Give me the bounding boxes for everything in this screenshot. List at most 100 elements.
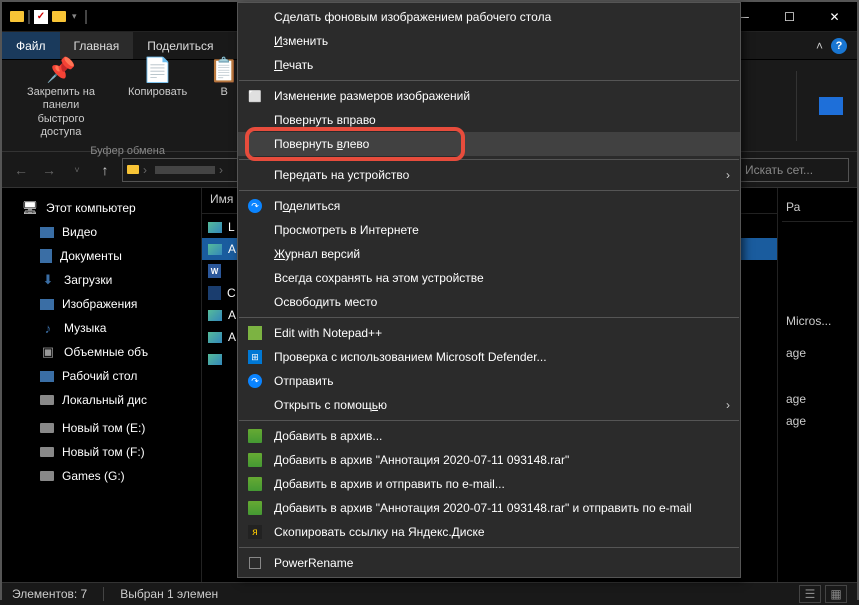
thumbnails-view-button[interactable]: ▦ [825,585,847,603]
context-menu-item[interactable]: Журнал версий [238,242,740,266]
sidebar-item-pictures[interactable]: Изображения [2,292,201,316]
window-controls: ─ ☐ ✕ [722,2,857,32]
context-menu-item[interactable]: ↷Поделиться [238,194,740,218]
paste-label: В [221,86,228,99]
context-menu-item[interactable]: Печать [238,53,740,77]
context-menu-item[interactable]: Повернуть вправо [238,108,740,132]
context-menu-item[interactable]: Всегда сохранять на этом устройстве [238,266,740,290]
video-icon [40,227,54,238]
help-icon[interactable]: ? [831,38,847,54]
path-separator-icon: › [143,163,147,177]
context-menu-item[interactable]: Добавить в архив "Аннотация 2020-07-11 0… [238,496,740,520]
pin-label: Закрепить на панели быстрого доступа [16,86,106,139]
ribbon-group-clipboard: 📌 Закрепить на панели быстрого доступа 📄… [10,54,245,157]
sidebar-item-drive-g[interactable]: Games (G:) [2,464,201,488]
forward-button[interactable]: → [38,159,60,181]
pin-icon: 📌 [46,56,76,84]
context-menu-item[interactable]: Просмотреть в Интернете [238,218,740,242]
sidebar-item-videos[interactable]: Видео [2,220,201,244]
copy-button[interactable]: 📄 Копировать [122,54,193,141]
context-menu-item[interactable]: Изменить [238,29,740,53]
context-menu-item[interactable]: ⊞Проверка с использованием Microsoft Def… [238,345,740,369]
sidebar-label: Новый том (F:) [62,445,145,459]
sidebar-label: Документы [60,249,122,263]
context-menu-label: Отправить [274,374,334,388]
3d-icon: ▣ [40,344,56,360]
sidebar-label: Объемные объ [64,345,148,359]
drive-icon [40,471,54,481]
sidebar-item-downloads[interactable]: ⬇ Загрузки [2,268,201,292]
context-menu-item[interactable]: Добавить в архив... [238,424,740,448]
def-icon: ⊞ [246,348,264,366]
path-separator-icon: › [219,163,223,177]
image-file-icon [208,222,222,233]
rar-icon [246,475,264,493]
sidebar-item-this-pc[interactable]: Этот компьютер [2,196,201,220]
item-count: Элементов: 7 [12,587,87,601]
titlebar-quick-icons: ✓ ▾ [2,10,87,24]
sidebar-item-3d[interactable]: ▣ Объемные объ [2,340,201,364]
back-button[interactable]: ← [10,159,32,181]
up-button[interactable]: ↑ [94,159,116,181]
blank-icon [246,166,264,184]
check-icon: ✓ [34,10,48,24]
sidebar-item-drive-f[interactable]: Новый том (F:) [2,440,201,464]
context-menu-item[interactable]: Edit with Notepad++ [238,321,740,345]
context-menu-item[interactable]: Освободить место [238,290,740,314]
copy-label: Копировать [128,86,187,99]
context-menu-label: Edit with Notepad++ [274,326,382,340]
image-file-icon [208,244,222,255]
context-menu-separator [239,420,739,421]
context-menu-item[interactable]: Открыть с помощью› [238,393,740,417]
sidebar-item-drive-c[interactable]: Локальный дис [2,388,201,412]
type-cell: age [782,342,853,364]
ribbon-right-button[interactable] [813,95,849,117]
dropdown-arrow-icon[interactable]: ▾ [72,11,77,22]
maximize-button[interactable]: ☐ [767,2,812,32]
recent-dropdown[interactable]: ˅ [66,159,88,181]
context-menu-item[interactable]: Сделать фоновым изображением рабочего ст… [238,5,740,29]
type-cell: Micros... [782,310,853,332]
context-menu-label: Повернуть влево [274,137,369,151]
music-icon: ♪ [40,320,56,336]
sidebar-item-music[interactable]: ♪ Музыка [2,316,201,340]
tabs-right: ˄ ? [816,32,857,59]
desktop-icon [40,371,54,382]
pin-quick-access-button[interactable]: 📌 Закрепить на панели быстрого доступа [10,54,112,141]
resize-icon [246,87,264,105]
rename-icon [246,554,264,572]
context-menu-label: Журнал версий [274,247,360,261]
selected-count: Выбран 1 элемен [120,587,218,601]
image-file-icon [208,354,222,365]
drive-icon [40,423,54,433]
context-menu-separator [239,190,739,191]
context-menu-label: Повернуть вправо [274,113,376,127]
context-menu-item[interactable]: PowerRename [238,551,740,575]
select-icon [819,97,843,115]
context-menu-item[interactable]: Добавить в архив и отправить по e-mail..… [238,472,740,496]
context-menu-item[interactable]: яСкопировать ссылку на Яндекс.Диске [238,520,740,544]
sidebar-item-documents[interactable]: Документы [2,244,201,268]
sidebar-item-desktop[interactable]: Рабочий стол [2,364,201,388]
expand-ribbon-icon[interactable]: ˄ [816,39,823,53]
sidebar-label: Видео [62,225,97,239]
context-menu-item[interactable]: ↷Отправить [238,369,740,393]
sidebar-label: Этот компьютер [46,201,136,215]
context-menu-label: Изменение размеров изображений [274,89,470,103]
context-menu-label: Добавить в архив... [274,429,382,443]
context-menu-item[interactable]: Передать на устройство› [238,163,740,187]
type-cell: age [782,410,853,432]
close-button[interactable]: ✕ [812,2,857,32]
sidebar-item-drive-e[interactable]: Новый том (E:) [2,416,201,440]
downloads-icon: ⬇ [40,272,56,288]
context-menu-item[interactable]: Изменение размеров изображений [238,84,740,108]
pictures-icon [40,299,54,310]
column-header[interactable]: Ра [782,196,853,222]
context-menu-separator [239,547,739,548]
details-view-button[interactable]: ☰ [799,585,821,603]
context-menu-item[interactable]: Повернуть влево [238,132,740,156]
blank-icon [246,32,264,50]
image-file-icon [208,310,222,321]
context-menu-item[interactable]: Добавить в архив "Аннотация 2020-07-11 0… [238,448,740,472]
search-placeholder: Искать сет... [745,163,813,177]
